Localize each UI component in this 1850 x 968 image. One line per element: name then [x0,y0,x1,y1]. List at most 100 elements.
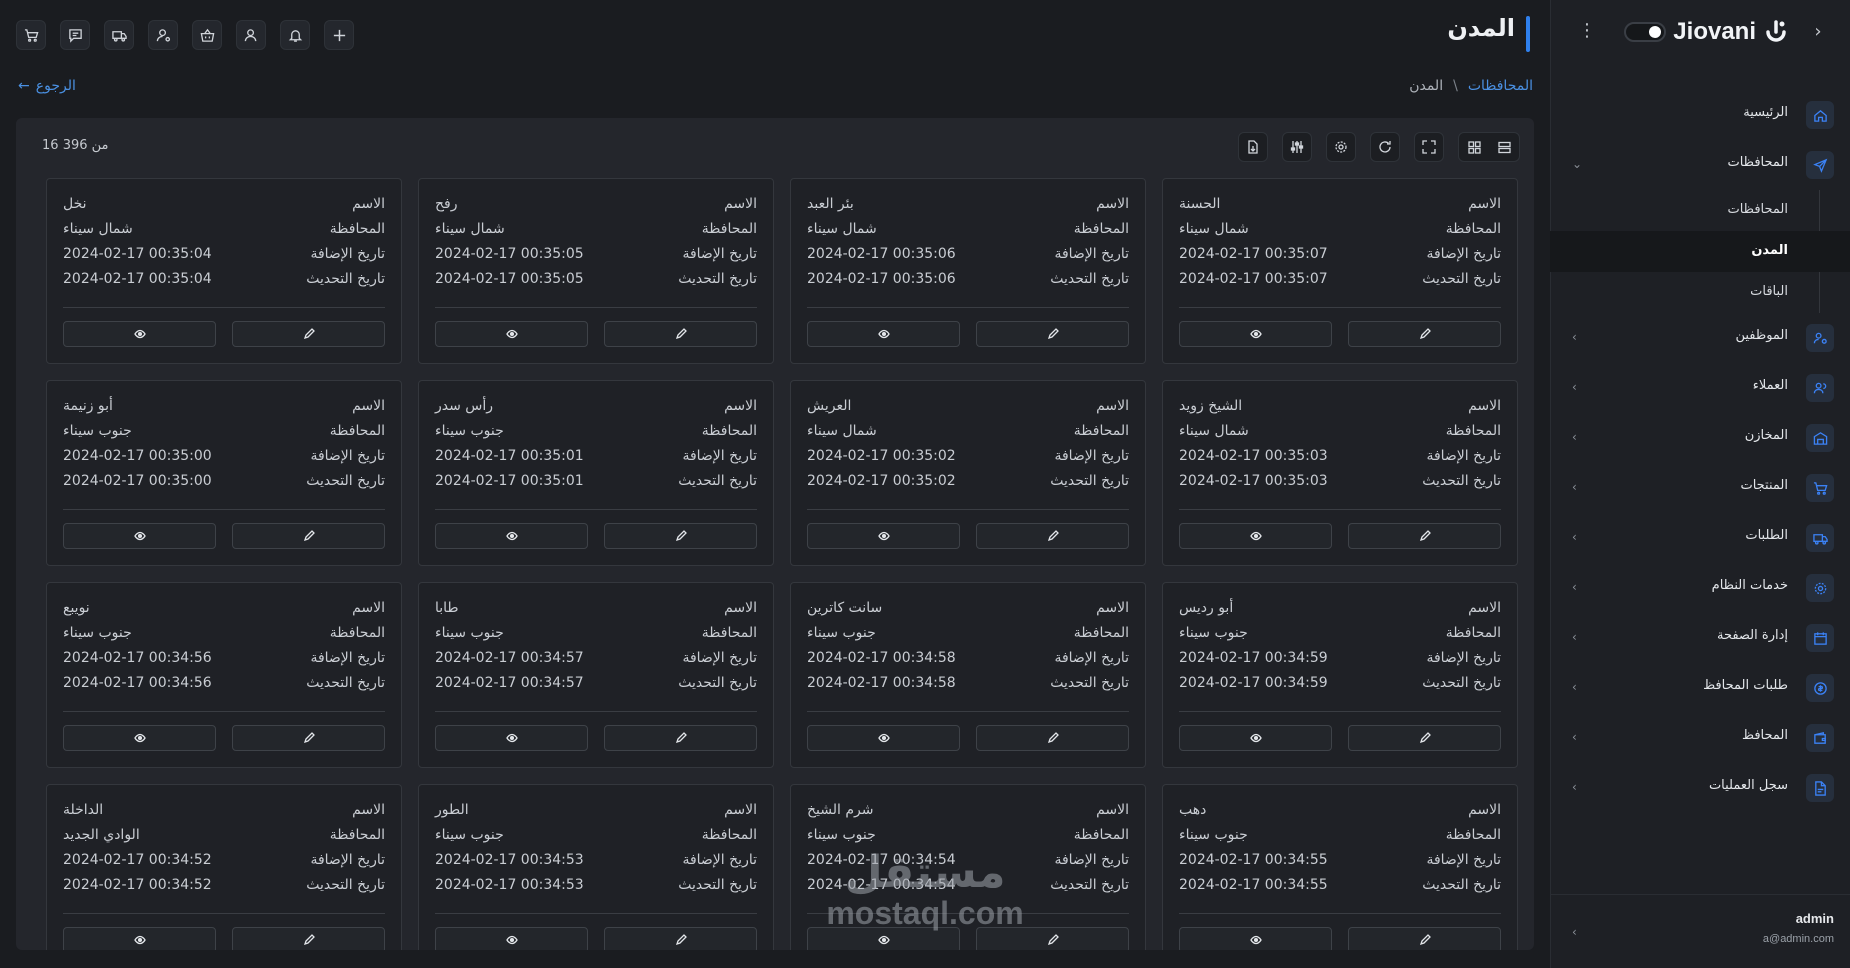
edit-button[interactable] [604,523,757,549]
sidebar-subitem[interactable]: الباقات [1550,272,1850,313]
edit-button[interactable] [232,321,385,347]
view-button[interactable] [807,321,960,347]
edit-button[interactable] [232,523,385,549]
name-row: الاسم رفح [435,196,757,216]
governorate-row: المحافظة جنوب سيناء [435,423,757,443]
nav-icon-wrap [1806,624,1834,652]
profile-button[interactable] [236,20,266,50]
name-row: الاسم بئر العبد [807,196,1129,216]
edit-button[interactable] [976,321,1129,347]
view-button[interactable] [435,523,588,549]
sidebar-item[interactable]: المحافظات ⌄ [1550,140,1850,190]
grid-view-button[interactable] [1459,133,1489,161]
eye-icon [133,329,146,339]
sidebar-item[interactable]: العملاء ‹ [1550,363,1850,413]
city-card: الاسم سانت كاترين المحافظة جنوب سيناء تا… [790,582,1146,768]
name-label: الاسم [1096,802,1129,818]
city-name: العريش [807,398,852,414]
edit-button[interactable] [604,927,757,950]
view-button[interactable] [1179,927,1332,950]
sidebar-item[interactable]: خدمات النظام ‹ [1550,563,1850,613]
edit-button[interactable] [1348,927,1501,950]
updated-row: تاريخ التحديث 2024-02-17 00:35:07 [1179,271,1501,291]
plus-icon [333,29,345,41]
view-button[interactable] [63,725,216,751]
view-button[interactable] [807,725,960,751]
nav-icon-wrap [1806,424,1834,452]
edit-button[interactable] [604,725,757,751]
edit-button[interactable] [1348,523,1501,549]
view-button[interactable] [63,927,216,950]
card-divider [63,913,385,914]
messages-button[interactable] [60,20,90,50]
fullscreen-button[interactable] [1414,132,1444,162]
sidebar-subitem[interactable]: المحافظات [1550,190,1850,231]
brand-logo[interactable]: Jiovani [1673,14,1790,50]
add-button[interactable] [324,20,354,50]
sidebar-item[interactable]: الموظفين ‹ [1550,313,1850,363]
chevron-left-icon[interactable]: ‹ [1572,925,1577,939]
view-button[interactable] [63,523,216,549]
governorate-row: المحافظة شمال سيناء [807,423,1129,443]
basket-button[interactable] [192,20,222,50]
edit-button[interactable] [232,725,385,751]
updated-value: 2024-02-17 00:35:02 [807,473,956,489]
user-panel[interactable]: admin a@admin.com ‹ [1550,894,1850,968]
sidebar-item[interactable]: إدارة الصفحة ‹ [1550,613,1850,663]
edit-button[interactable] [976,725,1129,751]
sidebar-item[interactable]: المنتجات ‹ [1550,463,1850,513]
sidebar-item[interactable]: الطلبات ‹ [1550,513,1850,563]
city-name: أبو رديس [1179,600,1234,616]
sidebar-item[interactable]: الرئيسية [1550,90,1850,140]
sidebar-item[interactable]: المخازن ‹ [1550,413,1850,463]
theme-toggle[interactable] [1624,22,1666,42]
view-button[interactable] [1179,321,1332,347]
governorate-label: المحافظة [1073,827,1129,843]
created-row: تاريخ الإضافة 2024-02-17 00:35:06 [807,246,1129,266]
breadcrumb-root-link[interactable]: المحافظات [1468,78,1533,94]
sidebar-item[interactable]: طلبات المحافظ ‹ [1550,663,1850,713]
updated-row: تاريخ التحديث 2024-02-17 00:34:52 [63,877,385,897]
updated-row: تاريخ التحديث 2024-02-17 00:34:54 [807,877,1129,897]
more-options-icon[interactable]: ⋮ [1578,18,1596,44]
card-divider [807,711,1129,712]
list-view-button[interactable] [1489,133,1519,161]
edit-button[interactable] [232,927,385,950]
collapse-sidebar-button[interactable]: › [1806,20,1830,44]
governorate-label: المحافظة [1445,423,1501,439]
city-card: الاسم دهب المحافظة جنوب سيناء تاريخ الإض… [1162,784,1518,950]
view-button[interactable] [1179,725,1332,751]
view-button[interactable] [807,523,960,549]
city-card: الاسم الشيخ زويد المحافظة شمال سيناء تار… [1162,380,1518,566]
updated-value: 2024-02-17 00:34:57 [435,675,584,691]
sidebar-item[interactable]: المحافظ ‹ [1550,713,1850,763]
notifications-button[interactable] [280,20,310,50]
settings-button[interactable] [1326,132,1356,162]
file-icon [1814,780,1826,796]
sidebar-subitem[interactable]: المدن [1550,231,1850,272]
updated-value: 2024-02-17 00:35:03 [1179,473,1328,489]
edit-button[interactable] [1348,321,1501,347]
shipping-button[interactable] [104,20,134,50]
view-button[interactable] [807,927,960,950]
nav-icon-wrap [1806,324,1834,352]
view-button[interactable] [63,321,216,347]
sidebar-item[interactable]: سجل العمليات ‹ [1550,763,1850,813]
governorate-value: جنوب سيناء [435,827,504,843]
updated-row: تاريخ التحديث 2024-02-17 00:35:06 [807,271,1129,291]
refresh-button[interactable] [1370,132,1400,162]
export-button[interactable] [1238,132,1268,162]
edit-button[interactable] [976,927,1129,950]
filter-button[interactable] [1282,132,1312,162]
view-button[interactable] [435,321,588,347]
pencil-icon [1047,934,1059,946]
view-button[interactable] [435,927,588,950]
user-settings-button[interactable] [148,20,178,50]
cart-button[interactable] [16,20,46,50]
edit-button[interactable] [604,321,757,347]
back-link[interactable]: ← الرجوع [18,78,76,94]
view-button[interactable] [435,725,588,751]
view-button[interactable] [1179,523,1332,549]
edit-button[interactable] [976,523,1129,549]
edit-button[interactable] [1348,725,1501,751]
